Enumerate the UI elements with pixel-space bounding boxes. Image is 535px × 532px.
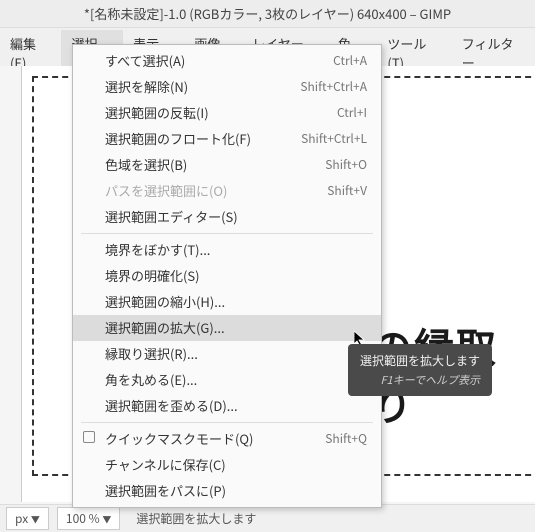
menu-item-select-none[interactable]: 選択を解除(N)Shift+Ctrl+A (73, 74, 381, 100)
status-message: 選択範囲を拡大します (136, 510, 256, 527)
menu-item-float[interactable]: 選択範囲のフロート化(F)Shift+Ctrl+L (73, 126, 381, 152)
menu-item-grow[interactable]: 選択範囲の拡大(G)... (73, 315, 381, 341)
chevron-down-icon: ▼ (102, 513, 111, 526)
zoom-selector[interactable]: 100 % ▼ (57, 507, 120, 530)
menu-item-sharpen[interactable]: 境界の明確化(S) (73, 263, 381, 289)
menu-item-feather[interactable]: 境界をぼかす(T)... (73, 237, 381, 263)
tooltip-subtitle: F1キーでヘルプ表示 (360, 372, 480, 388)
unit-selector[interactable]: px ▼ (6, 507, 49, 530)
chevron-down-icon: ▼ (31, 513, 40, 526)
menu-item-shrink[interactable]: 選択範囲の縮小(H)... (73, 289, 381, 315)
vertical-ruler (0, 66, 22, 502)
statusbar: px ▼ 100 % ▼ 選択範囲を拡大します (0, 504, 535, 532)
menu-item-save-to-channel[interactable]: チャンネルに保存(C) (73, 452, 381, 478)
tooltip-title: 選択範囲を拡大します (360, 352, 480, 369)
menu-item-from-path: パスを選択範囲に(O)Shift+V (73, 178, 381, 204)
menu-item-to-path[interactable]: 選択範囲をパスに(P) (73, 478, 381, 504)
menu-item-selection-editor[interactable]: 選択範囲エディター(S) (73, 204, 381, 230)
window-title: *[名称未設定]-1.0 (RGBカラー, 3枚のレイヤー) 640x400 –… (0, 0, 535, 28)
menu-item-quickmask[interactable]: クイックマスクモード(Q)Shift+Q (73, 426, 381, 452)
menu-item-rounded[interactable]: 角を丸める(E)... (73, 367, 381, 393)
menu-item-select-all[interactable]: すべて選択(A)Ctrl+A (73, 48, 381, 74)
menu-item-by-color[interactable]: 色域を選択(B)Shift+O (73, 152, 381, 178)
select-menu-dropdown: すべて選択(A)Ctrl+A 選択を解除(N)Shift+Ctrl+A 選択範囲… (72, 44, 382, 508)
separator (81, 422, 373, 423)
menu-item-border[interactable]: 縁取り選択(R)... (73, 341, 381, 367)
tooltip: 選択範囲を拡大します F1キーでヘルプ表示 (348, 344, 492, 396)
checkbox-icon (83, 431, 95, 443)
separator (81, 233, 373, 234)
menu-item-distort[interactable]: 選択範囲を歪める(D)... (73, 393, 381, 419)
menu-item-invert[interactable]: 選択範囲の反転(I)Ctrl+I (73, 100, 381, 126)
